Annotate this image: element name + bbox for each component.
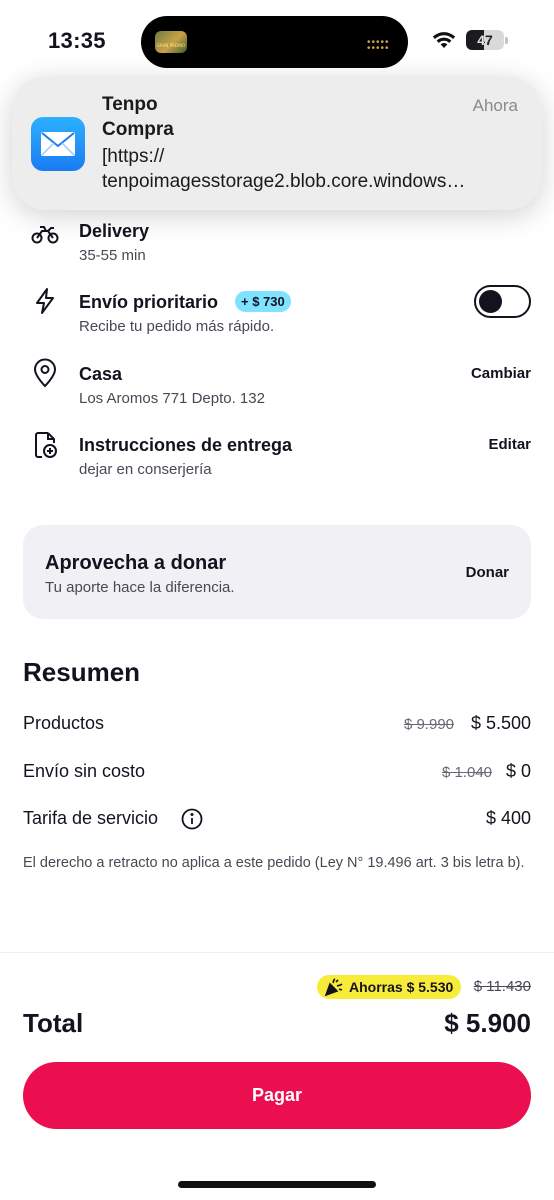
donate-button[interactable]: Donar	[466, 564, 509, 581]
notification-banner[interactable]: Tenpo Ahora Compra [https:// tenpoimages…	[12, 76, 542, 210]
delivery-instructions-title: Instrucciones de entrega	[79, 435, 293, 455]
pay-button[interactable]: Pagar	[23, 1062, 531, 1129]
savings-badge: Ahorras $ 5.530	[317, 975, 462, 999]
party-popper-icon	[324, 978, 343, 996]
delivery-method-time: 35-55 min	[79, 247, 146, 264]
donate-card: Aprovecha a donar Tu aporte hace la dife…	[23, 525, 531, 619]
live-activity-thumbnail: GRAN PREMIO	[155, 31, 187, 53]
live-activity-indicator: ••••• •••••	[367, 37, 390, 54]
summary-label: Envío sin costo	[23, 761, 146, 781]
wifi-icon	[432, 32, 456, 48]
notification-body: [https:// tenpoimagesstorage2.blob.core.…	[102, 146, 466, 192]
summary-row-shipping: Envío sin costo $ 1.040 $ 0	[23, 761, 531, 785]
summary-title: Resumen	[23, 657, 141, 687]
notification-time: Ahora	[472, 96, 518, 115]
summary-original-price: $ 9.990	[403, 716, 454, 733]
info-icon[interactable]	[181, 808, 203, 830]
summary-original-price: $ 1.040	[441, 764, 492, 781]
mail-icon	[31, 117, 85, 171]
status-bar: 13:35 GRAN PREMIO ••••• ••••• 47	[0, 0, 554, 80]
summary-value: $ 5.500	[470, 713, 531, 733]
summary-label: Productos	[23, 713, 105, 733]
live-activity-thumbnail-text: GRAN PREMIO	[156, 43, 186, 48]
status-time: 13:35	[48, 28, 106, 53]
savings-amount: Ahorras $ 5.530	[349, 979, 454, 995]
notification-subtitle: Compra	[102, 119, 174, 140]
battery-icon: 47	[466, 30, 508, 50]
location-pin-icon	[33, 358, 57, 388]
notification-title: Tenpo	[102, 94, 158, 115]
delivery-instructions-text: dejar en conserjería	[79, 461, 212, 478]
delivery-method-title: Delivery	[79, 221, 150, 241]
summary-label: Tarifa de servicio	[23, 808, 159, 828]
home-indicator[interactable]	[178, 1181, 376, 1188]
address-title: Casa	[79, 364, 123, 384]
document-add-icon	[35, 432, 57, 458]
change-address-button[interactable]: Cambiar	[471, 365, 531, 382]
lightning-icon	[36, 288, 54, 314]
donate-subtitle: Tu aporte hace la diferencia.	[45, 579, 235, 596]
summary-row-products: Productos $ 9.990 $ 5.500	[23, 713, 531, 737]
status-icons: 47	[432, 30, 508, 50]
summary-value: $ 0	[505, 761, 531, 781]
battery-level: 47	[477, 32, 493, 48]
total-value: $ 5.900	[444, 1008, 531, 1038]
priority-price-badge: + $ 730	[235, 291, 291, 312]
dynamic-island[interactable]: GRAN PREMIO ••••• •••••	[141, 16, 408, 68]
edit-instructions-button[interactable]: Editar	[488, 436, 531, 453]
summary-row-service-fee: Tarifa de servicio $ 400	[23, 808, 531, 832]
priority-shipping-title: Envío prioritario	[79, 292, 219, 312]
toggle-knob	[479, 290, 502, 313]
original-total: $ 11.430	[473, 978, 531, 995]
legal-note: El derecho a retracto no aplica a este p…	[23, 855, 525, 871]
total-label: Total	[23, 1008, 84, 1038]
donate-title: Aprovecha a donar	[45, 552, 227, 574]
motorcycle-icon	[31, 226, 59, 244]
priority-shipping-toggle[interactable]	[474, 285, 531, 318]
priority-shipping-description: Recibe tu pedido más rápido.	[79, 318, 275, 335]
summary-value: $ 400	[485, 808, 531, 828]
address-detail: Los Aromos 771 Depto. 132	[79, 390, 265, 407]
